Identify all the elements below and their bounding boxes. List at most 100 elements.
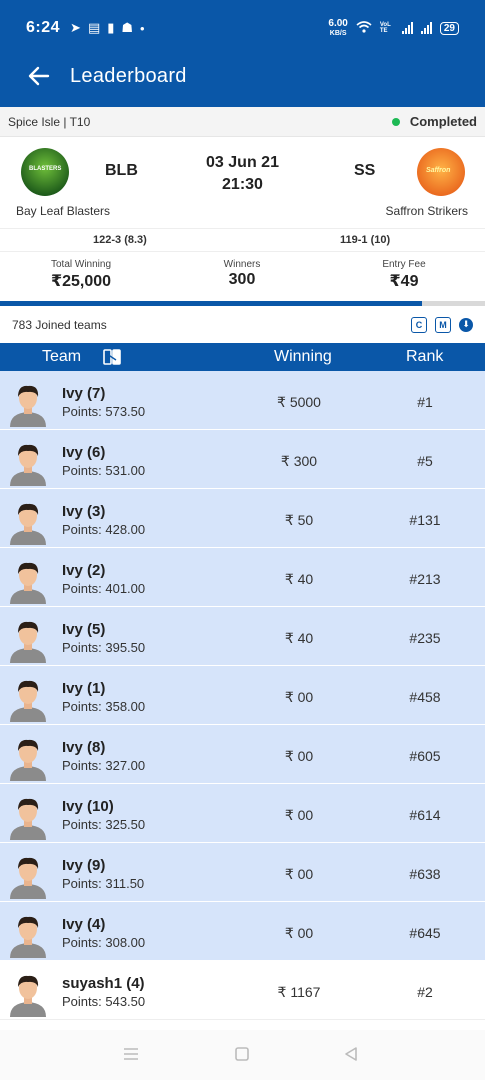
page-title: Leaderboard: [70, 64, 187, 87]
team-points: Points: 428.00: [62, 522, 146, 537]
signal-icon-2: [420, 22, 432, 34]
team-rank: #614: [409, 807, 441, 823]
entry-fee-value: ₹49: [389, 273, 419, 290]
leaderboard-row[interactable]: Ivy (9) Points: 311.50 ₹ 00 #638: [0, 843, 485, 902]
team-rank: #2: [417, 984, 433, 1000]
team-name: Ivy (10): [62, 798, 114, 815]
signal-icon: [401, 22, 413, 34]
col-winning-header: Winning: [274, 348, 332, 365]
team-name: Ivy (6): [62, 444, 106, 461]
winners: Winners 300: [177, 259, 307, 289]
avatar: [9, 973, 47, 1017]
col-rank-header: Rank: [406, 348, 444, 365]
team-winning: ₹ 00: [284, 866, 314, 882]
team-winning: ₹ 1167: [277, 984, 321, 1000]
team-name: Ivy (8): [62, 739, 106, 756]
scores-row: 122-3 (8.3) 119-1 (10): [0, 228, 485, 252]
team-winning: ₹ 40: [284, 630, 314, 646]
home-icon[interactable]: [235, 1047, 249, 1066]
prize-info: Total Winning ₹25,000 Winners 300 Entry …: [0, 253, 485, 301]
status-dot-icon: [391, 117, 400, 126]
back-arrow-icon[interactable]: [28, 65, 50, 87]
leaderboard-row[interactable]: suyash1 (4) Points: 543.50 ₹ 1167 #2: [0, 961, 485, 1020]
team-points: Points: 395.50: [62, 640, 146, 655]
team-points: Points: 327.00: [62, 758, 146, 773]
avatar: [9, 442, 47, 486]
leaderboard-row[interactable]: Ivy (2) Points: 401.00 ₹ 40 #213: [0, 548, 485, 607]
team-name: suyash1 (4): [62, 975, 145, 992]
team-rank: #1: [417, 394, 433, 410]
team-rank: #213: [409, 571, 441, 587]
team-points: Points: 311.50: [62, 876, 145, 891]
dot-icon: •: [140, 20, 145, 36]
avatar: [9, 796, 47, 840]
team1-name: Bay Leaf Blasters: [16, 204, 111, 218]
team-points: Points: 543.50: [62, 994, 146, 1009]
net-speed-unit: KB/S: [329, 29, 347, 37]
compare-teams-icon[interactable]: [102, 347, 122, 367]
total-winning-value: ₹25,000: [50, 273, 112, 290]
team-winning: ₹ 00: [284, 748, 314, 764]
document-icon: ▤: [87, 20, 101, 35]
avatar: [9, 560, 47, 604]
notification-icons: ➤ ▤ ▮ ☗ •: [70, 20, 145, 36]
team-winning: ₹ 40: [284, 571, 314, 587]
entry-fee: Entry Fee ₹49: [339, 259, 469, 291]
avatar: [9, 855, 47, 899]
status-bar: 6:24 ➤ ▤ ▮ ☗ • 6.00 KB/S VoLTE 29: [0, 0, 485, 56]
leaderboard-row[interactable]: Ivy (7) Points: 573.50 ₹ 5000 #1: [0, 371, 485, 430]
joined-bar: 783 Joined teams C M ⬇: [0, 306, 485, 343]
match-datetime: 03 Jun 21 21:30: [0, 152, 485, 196]
menu-icon[interactable]: [123, 1047, 139, 1066]
avatar: [9, 914, 47, 958]
battery-icon: 29: [439, 21, 459, 35]
team-winning: ₹ 00: [284, 807, 314, 823]
match-status: Completed: [391, 114, 477, 129]
team-winning: ₹ 50: [284, 512, 314, 528]
team1-score: 122-3 (8.3): [93, 234, 147, 246]
leaderboard-row[interactable]: Ivy (8) Points: 327.00 ₹ 00 #605: [0, 725, 485, 784]
leaderboard-row[interactable]: Ivy (5) Points: 395.50 ₹ 40 #235: [0, 607, 485, 666]
leaderboard-list: Ivy (7) Points: 573.50 ₹ 5000 #1 Ivy (6) Poin…: [0, 371, 485, 1020]
back-nav-icon[interactable]: [344, 1047, 358, 1066]
team-winning: ₹ 00: [284, 689, 314, 705]
team-winning: ₹ 300: [280, 453, 318, 469]
c-button[interactable]: C: [411, 316, 427, 333]
team-winning: ₹ 5000: [277, 394, 321, 410]
leaderboard-row[interactable]: Ivy (10) Points: 325.50 ₹ 00 #614: [0, 784, 485, 843]
team-rank: #605: [409, 748, 441, 764]
telegram-icon: ➤: [70, 20, 81, 35]
status-time: 6:24: [26, 19, 61, 36]
net-speed-value: 6.00: [328, 17, 348, 29]
joined-actions: C M ⬇: [411, 316, 473, 333]
top-bar: 6:24 ➤ ▤ ▮ ☗ • 6.00 KB/S VoLTE 29 Leader…: [0, 0, 485, 107]
team-winning: ₹ 00: [284, 925, 314, 941]
leaderboard-row[interactable]: Ivy (3) Points: 428.00 ₹ 50 #131: [0, 489, 485, 548]
match-card: BLASTERS BLB 03 Jun 21 21:30 SS Saffron …: [0, 138, 485, 228]
team2-abbr: SS: [354, 162, 376, 179]
team-points: Points: 573.50: [62, 404, 146, 419]
leaderboard-row[interactable]: Ivy (4) Points: 308.00 ₹ 00 #645: [0, 902, 485, 961]
team-name: Ivy (1): [62, 680, 106, 697]
team2-logo-text: Saffron: [426, 167, 451, 174]
avatar: [9, 678, 47, 722]
col-team-header: Team: [42, 348, 82, 365]
team-points: Points: 325.50: [62, 817, 146, 832]
people-icon: ☗: [121, 20, 134, 35]
leaderboard-row[interactable]: Ivy (6) Points: 531.00 ₹ 300 #5: [0, 430, 485, 489]
download-icon[interactable]: ⬇: [459, 317, 473, 332]
total-winning-label: Total Winning: [50, 259, 112, 270]
avatar: [9, 501, 47, 545]
team-name: Ivy (4): [62, 916, 106, 933]
volte-label: VoLTE: [379, 22, 391, 34]
m-button[interactable]: M: [435, 316, 451, 333]
avatar: [9, 619, 47, 663]
leaderboard-row[interactable]: Ivy (1) Points: 358.00 ₹ 00 #458: [0, 666, 485, 725]
winners-value: 300: [228, 271, 256, 288]
avatar: [9, 737, 47, 781]
joined-teams-count: 783 Joined teams: [12, 317, 107, 332]
team-rank: #638: [409, 866, 441, 882]
series-label: Spice Isle | T10: [8, 114, 91, 129]
app-icon: ▮: [107, 20, 115, 35]
app-bar: Leaderboard: [0, 56, 485, 96]
